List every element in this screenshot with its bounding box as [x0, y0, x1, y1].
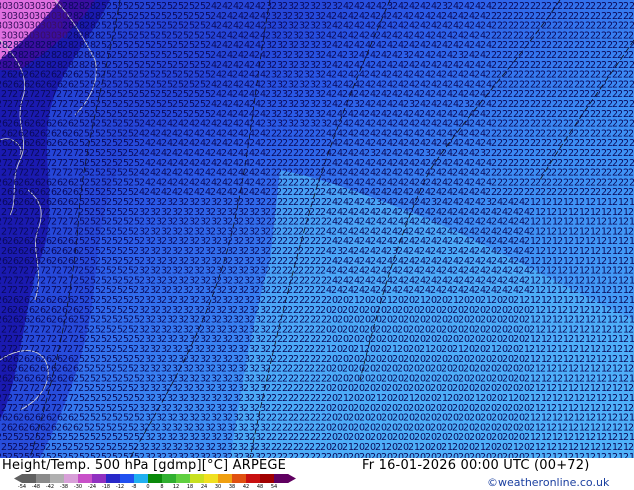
colorbar-tick-label: 0: [146, 484, 149, 490]
colorbar-swatch: [64, 474, 79, 483]
colorbar-right-arrow: [288, 474, 296, 483]
colorbar-swatch: [22, 474, 37, 483]
colorbar-tick-label: 38: [229, 484, 235, 490]
colorbar-tick-label: 8: [160, 484, 163, 490]
colorbar-tick-label: -38: [60, 484, 68, 490]
colorbar-swatch: [246, 474, 261, 483]
colorbar-tick-label: 18: [187, 484, 193, 490]
colorbar-swatch: [120, 474, 135, 483]
colorbar-swatch: [260, 474, 275, 483]
colorbar-tick-label: 12: [173, 484, 179, 490]
footer-bar: Height/Temp. 500 hPa [gdmp][°C] ARPEGE F…: [0, 458, 634, 490]
colorbar-swatch: [106, 474, 121, 483]
colorbar-swatch: [190, 474, 205, 483]
colorbar-swatch: [162, 474, 177, 483]
temperature-field: 3030303030302828282525252525252525252524…: [0, 0, 634, 458]
temperature-value-grid: 3030303030302828282525252525252525252524…: [0, 1, 634, 458]
colorbar-tick-label: -48: [32, 484, 40, 490]
colorbar-swatch: [148, 474, 163, 483]
colorbar-tick-label: -12: [116, 484, 124, 490]
colorbar-tick-label: 48: [257, 484, 263, 490]
product-title: Height/Temp. 500 hPa [gdmp][°C] ARPEGE: [2, 458, 286, 473]
colorbar-tick-label: -8: [132, 484, 137, 490]
colorbar-swatch: [134, 474, 149, 483]
colorbar-swatch: [204, 474, 219, 483]
colorbar-swatch: [78, 474, 93, 483]
valid-time: Fr 16-01-2026 00:00 UTC (00+72): [362, 458, 590, 473]
colorbar-tick-label: -24: [88, 484, 96, 490]
colorbar-swatch: [92, 474, 107, 483]
colorbar: [14, 474, 296, 483]
colorbar-tick-label: -54: [18, 484, 26, 490]
colorbar-tick-label: -42: [46, 484, 54, 490]
colorbar-swatch: [176, 474, 191, 483]
colorbar-tick-label: 24: [201, 484, 207, 490]
colorbar-tick-label: 42: [243, 484, 249, 490]
colorbar-swatch: [274, 474, 289, 483]
colorbar-swatch: [218, 474, 233, 483]
weather-map: 3030303030302828282525252525252525252524…: [0, 0, 634, 458]
colorbar-swatch: [50, 474, 65, 483]
colorbar-swatch: [36, 474, 51, 483]
colorbar-tick-label: 54: [271, 484, 277, 490]
credit-link[interactable]: ©weatheronline.co.uk: [487, 476, 609, 489]
colorbar-tick-label: -18: [102, 484, 110, 490]
colorbar-tick-label: -30: [74, 484, 82, 490]
colorbar-ticks: -54 -48 -42 -38 -30 -24 -18 -12 -8 0 8 12 18 24 30 38 42…: [14, 484, 296, 490]
colorbar-tick-label: 30: [215, 484, 221, 490]
colorbar-swatch: [232, 474, 247, 483]
colorbar-left-arrow: [14, 474, 22, 483]
